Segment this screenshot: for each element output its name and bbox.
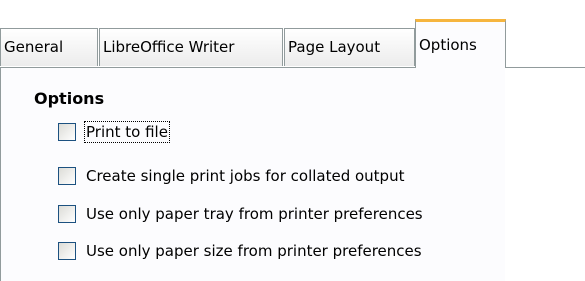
panel-left-border — [0, 68, 1, 281]
tab-general[interactable]: General — [0, 28, 98, 66]
collated-output-checkbox[interactable] — [58, 167, 76, 185]
print-to-file-label: Print to file — [84, 121, 170, 143]
options-heading: Options — [34, 89, 105, 108]
print-to-file-option[interactable]: Print to file — [58, 121, 170, 143]
paper-size-label: Use only paper size from printer prefere… — [86, 242, 422, 260]
paper-tray-checkbox[interactable] — [58, 205, 76, 223]
collated-output-label: Create single print jobs for collated ou… — [86, 167, 405, 185]
tab-libreoffice-writer[interactable]: LibreOffice Writer — [99, 28, 283, 66]
print-to-file-checkbox[interactable] — [58, 123, 76, 141]
tab-options[interactable]: Options — [415, 19, 506, 68]
paper-tray-option[interactable]: Use only paper tray from printer prefere… — [58, 203, 423, 225]
tab-page-layout[interactable]: Page Layout — [284, 28, 415, 66]
paper-size-checkbox[interactable] — [58, 242, 76, 260]
paper-tray-label: Use only paper tray from printer prefere… — [86, 205, 423, 223]
paper-size-option[interactable]: Use only paper size from printer prefere… — [58, 240, 422, 262]
collated-output-option[interactable]: Create single print jobs for collated ou… — [58, 165, 404, 187]
panel-margin — [505, 68, 585, 281]
